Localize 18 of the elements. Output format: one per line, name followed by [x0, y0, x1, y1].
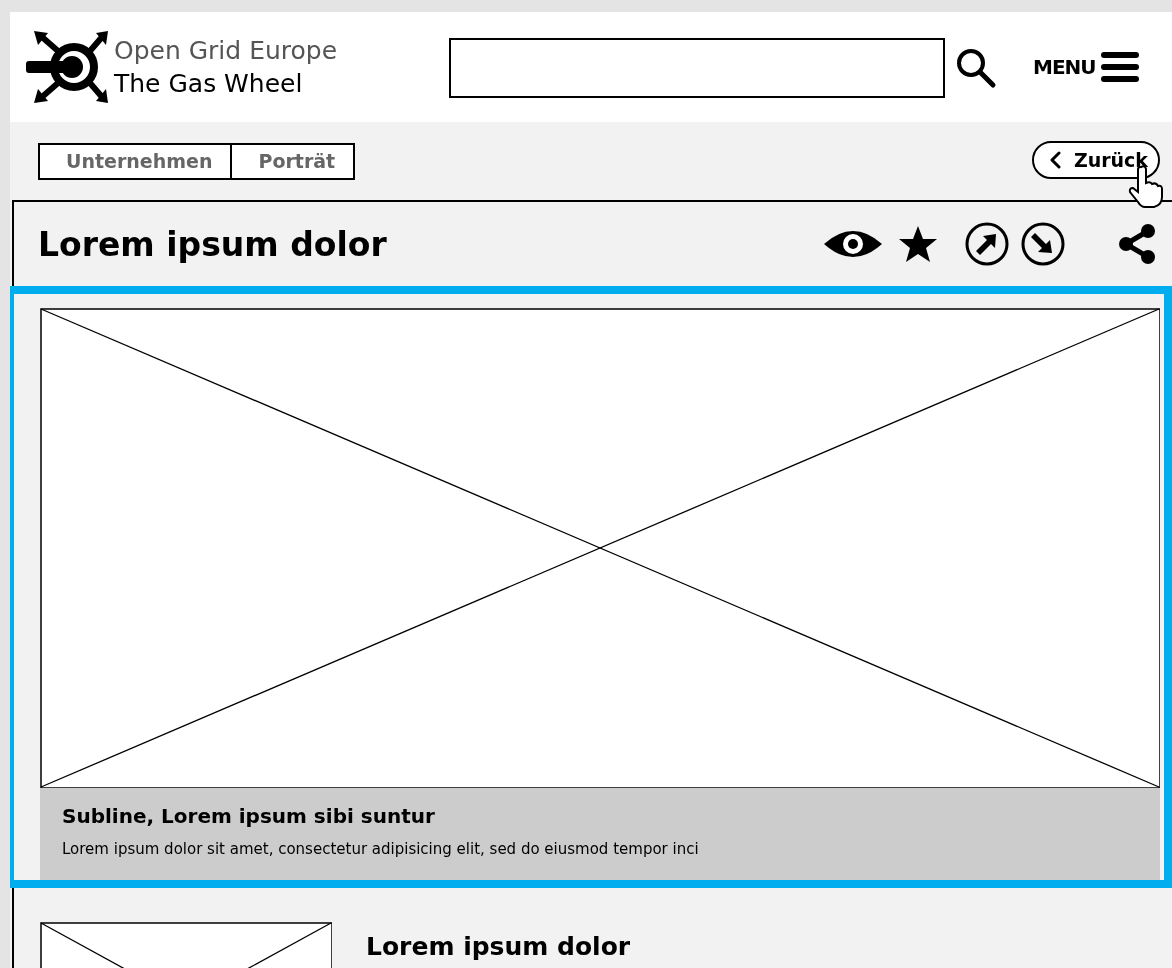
menu-button[interactable]: MENU	[1033, 50, 1140, 84]
star-icon[interactable]	[898, 224, 938, 264]
menu-icon	[1099, 50, 1140, 84]
breadcrumb-link[interactable]: Porträt	[232, 142, 356, 180]
share-icon[interactable]	[1116, 223, 1158, 265]
arrow-down-right-circle-icon[interactable]	[1020, 221, 1066, 267]
logo-subtitle: The Gas Wheel	[114, 68, 304, 100]
back-button[interactable]: Zurück	[1031, 141, 1160, 179]
subline-text: Subline, Lorem ipsum sibi suntur	[62, 804, 436, 828]
caption-text: Lorem ipsum dolor sit amet, consectetur adipisicing elit, sed do eiusmod tempor inci	[62, 840, 700, 858]
page-title: Lorem ipsum dolor	[38, 224, 387, 264]
breadcrumb-link[interactable]: Unternehmen	[38, 142, 233, 180]
search-field[interactable]	[449, 38, 945, 98]
arrow-up-right-circle-icon[interactable]	[964, 221, 1010, 267]
item-title: Lorem ipsum dolor	[366, 932, 631, 961]
teaser-card[interactable]: Subline, Lorem ipsum sibi suntur Lorem ipsum dolor sit amet, consectetur adipisicing elit, sed do eiusmod tempor inci	[10, 286, 1172, 888]
wheel-logo-icon	[24, 29, 110, 105]
logo-text: Open Grid Europe	[114, 35, 338, 67]
